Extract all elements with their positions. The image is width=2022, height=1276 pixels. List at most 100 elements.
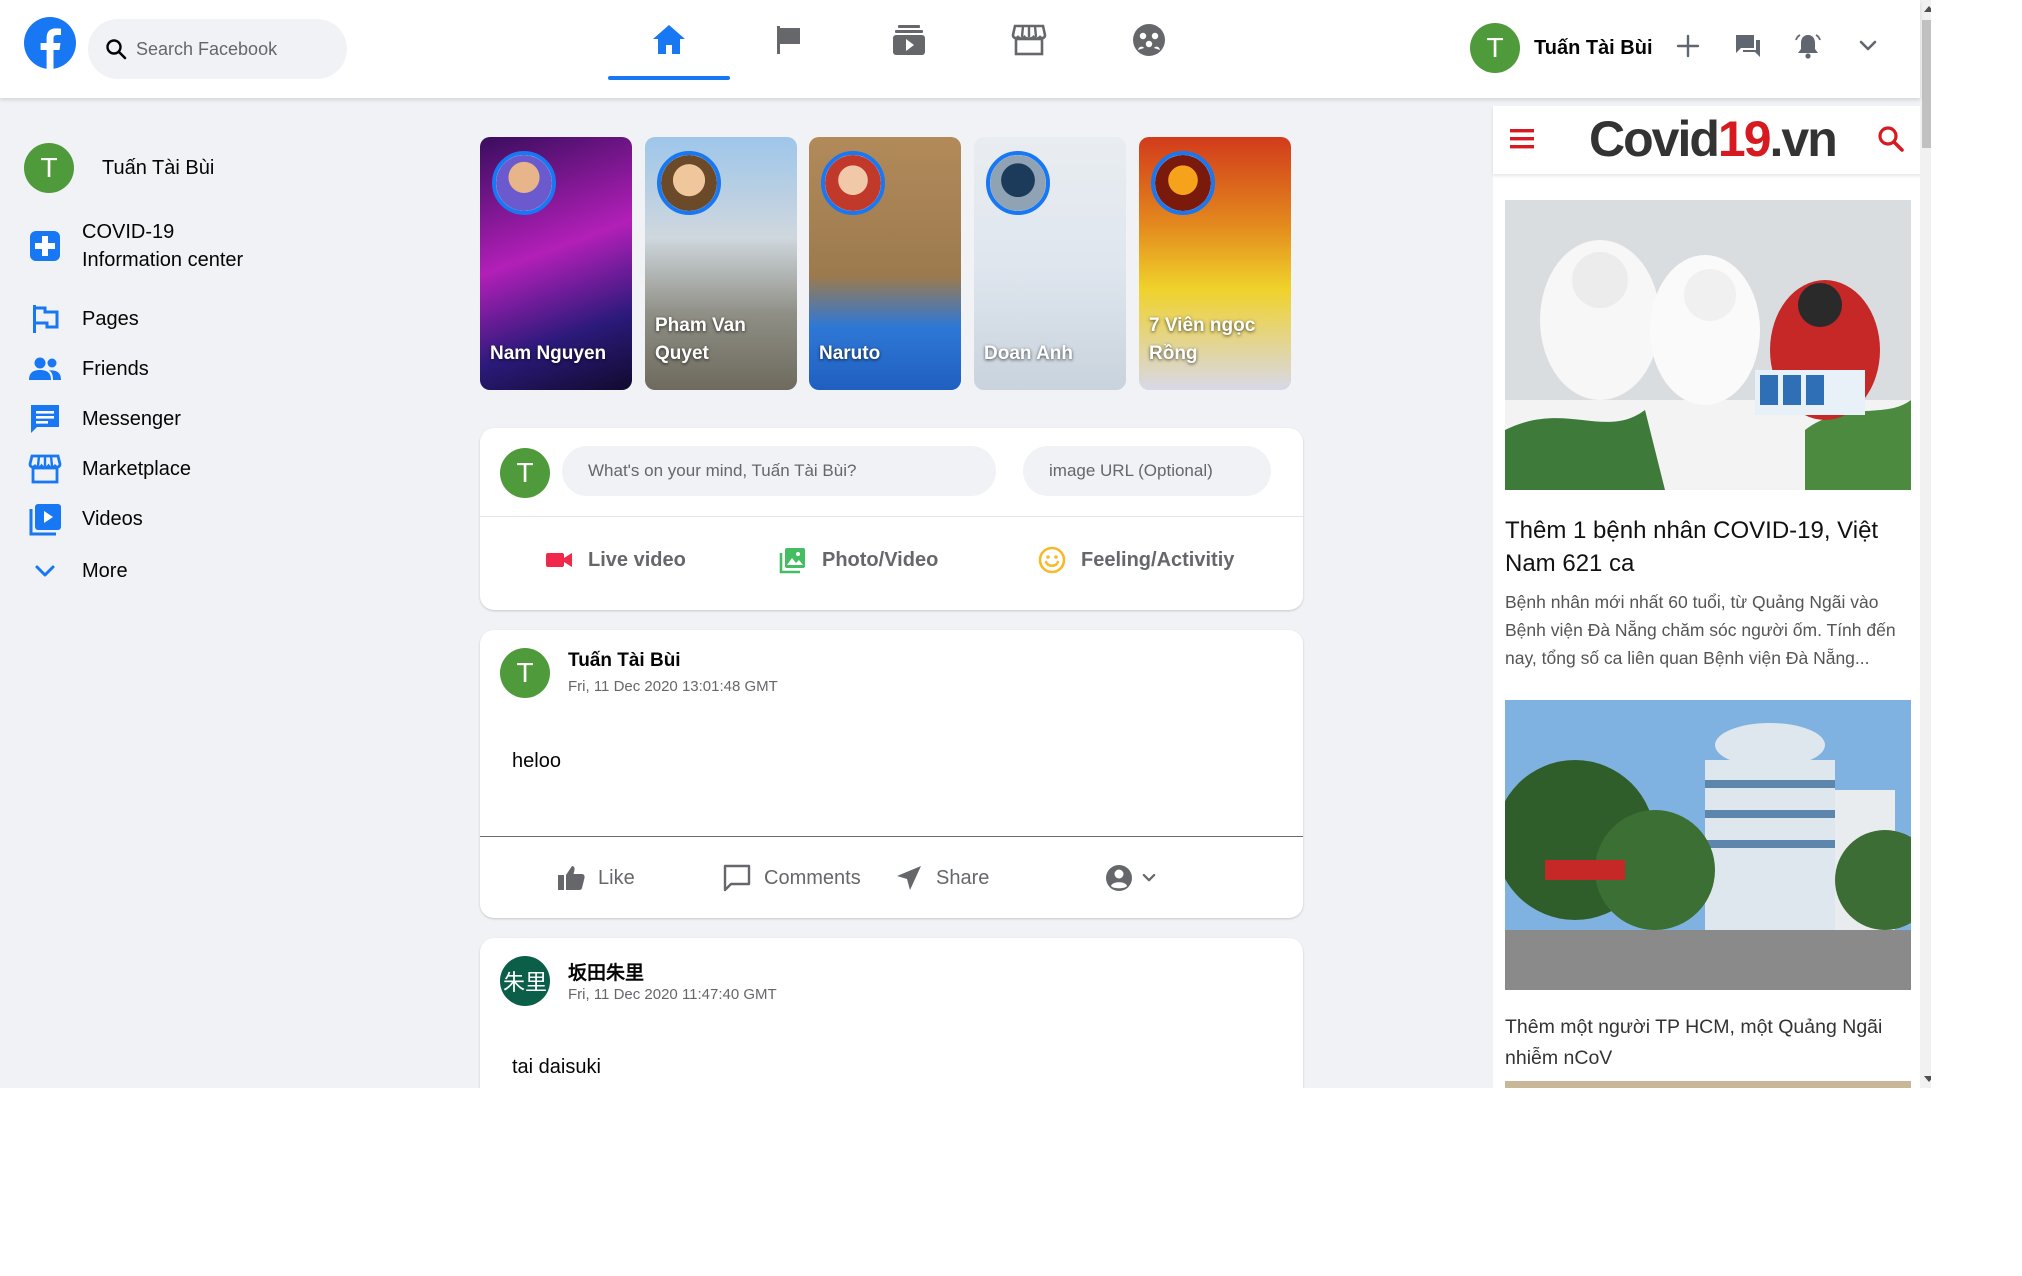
post-card: T Tuấn Tài Bùi Fri, 11 Dec 2020 13:01:48… bbox=[480, 630, 1303, 918]
scrollbar-thumb[interactable] bbox=[1922, 20, 1931, 148]
search-icon[interactable] bbox=[1876, 124, 1906, 154]
logo-part-vn: .vn bbox=[1769, 111, 1838, 167]
story-avatar bbox=[492, 151, 556, 215]
news-article-title[interactable]: Thêm 1 bệnh nhân COVID-19, Việt Nam 621 … bbox=[1505, 514, 1911, 580]
header-profile[interactable]: T Tuấn Tài Bùi bbox=[1470, 22, 1653, 74]
covid-label-line1: COVID-19 bbox=[82, 221, 175, 243]
chevron-down-icon bbox=[1142, 873, 1156, 882]
thumbs-up-icon bbox=[558, 866, 585, 890]
post-author[interactable]: Tuấn Tài Bùi bbox=[568, 650, 681, 672]
avatar: T bbox=[500, 448, 550, 498]
tab-pages[interactable] bbox=[728, 0, 850, 80]
tab-home[interactable] bbox=[608, 0, 730, 80]
create-button[interactable] bbox=[1668, 26, 1708, 66]
lab-workers-photo bbox=[1505, 200, 1911, 490]
sidebar-item-videos[interactable]: Videos bbox=[24, 498, 143, 540]
audience-selector[interactable] bbox=[1104, 858, 1160, 898]
watch-icon bbox=[893, 25, 925, 55]
messenger-button[interactable] bbox=[1728, 26, 1768, 66]
sidebar-item-pages[interactable]: Pages bbox=[24, 298, 139, 340]
flag-icon bbox=[24, 298, 66, 340]
like-button[interactable]: Like bbox=[556, 858, 635, 898]
header-user-name: Tuấn Tài Bùi bbox=[1534, 36, 1653, 59]
story-card[interactable]: Pham Van Quyet bbox=[645, 137, 797, 390]
facebook-logo-icon[interactable] bbox=[24, 17, 76, 69]
friends-icon bbox=[24, 348, 66, 390]
tab-groups[interactable] bbox=[1088, 0, 1210, 80]
hamburger-menu-icon[interactable] bbox=[1507, 124, 1537, 154]
news-article-title[interactable]: Thêm một người TP HCM, một Quảng Ngãi nh… bbox=[1505, 1012, 1911, 1074]
tab-watch[interactable] bbox=[848, 0, 970, 80]
comment-icon bbox=[723, 864, 751, 892]
search-input[interactable] bbox=[136, 38, 326, 60]
avatar: 朱里 bbox=[500, 956, 550, 1006]
home-icon bbox=[653, 25, 685, 54]
like-label: Like bbox=[598, 866, 635, 889]
sidebar-item-friends[interactable]: Friends bbox=[24, 348, 149, 390]
sidebar-item-messenger[interactable]: Messenger bbox=[24, 398, 181, 440]
sidebar-item-marketplace[interactable]: Marketplace bbox=[24, 448, 191, 490]
story-name: Doan Anh bbox=[984, 343, 1074, 364]
photo-video-label: Photo/Video bbox=[822, 548, 939, 571]
logo-part-covid: Covid bbox=[1589, 111, 1720, 167]
status-input[interactable] bbox=[562, 446, 996, 496]
story-card[interactable]: Nam Nguyen bbox=[480, 137, 632, 390]
search-box[interactable] bbox=[88, 19, 347, 79]
share-button[interactable]: Share bbox=[894, 858, 989, 898]
news-image-lab[interactable] bbox=[1505, 200, 1911, 490]
scroll-down-arrow-icon[interactable] bbox=[1924, 1076, 1931, 1082]
story-card[interactable]: Doan Anh bbox=[974, 137, 1126, 390]
sidebar-item-covid[interactable]: COVID-19 Information center bbox=[24, 218, 243, 274]
flag-icon bbox=[777, 26, 800, 54]
composer-divider bbox=[480, 516, 1303, 517]
post-timestamp: Fri, 11 Dec 2020 11:47:40 GMT bbox=[568, 986, 777, 1003]
tab-marketplace[interactable] bbox=[968, 0, 1090, 80]
feeling-activity-label: Feeling/Activitiy bbox=[1081, 548, 1235, 571]
story-avatar bbox=[1151, 151, 1215, 215]
story-avatar bbox=[821, 151, 885, 215]
sidebar-item-more[interactable]: More bbox=[24, 550, 128, 592]
feeling-activity-button[interactable]: Feeling/Activitiy bbox=[1037, 540, 1234, 580]
post-author[interactable]: 坂田朱里 bbox=[568, 958, 644, 985]
covid-news-panel: Covid19.vn Thêm 1 bệnh nhân COVID-19, Vi… bbox=[1493, 106, 1923, 1088]
image-url-input[interactable] bbox=[1023, 446, 1271, 496]
sidebar-item-profile[interactable]: T Tuấn Tài Bùi bbox=[24, 143, 214, 193]
page-scrollbar[interactable] bbox=[1920, 0, 1931, 1088]
post-composer: T Live video Photo/Video bbox=[480, 428, 1303, 610]
top-navigation-bar: T Tuấn Tài Bùi bbox=[0, 0, 1920, 98]
chevron-down-icon bbox=[24, 550, 66, 592]
marketplace-icon bbox=[1011, 24, 1047, 56]
chevron-down-icon bbox=[1859, 40, 1877, 51]
story-name: Naruto bbox=[819, 343, 881, 364]
chat-icon bbox=[1736, 35, 1760, 57]
groups-icon bbox=[1133, 24, 1165, 56]
sidebar-item-label: Pages bbox=[82, 308, 139, 330]
news-header: Covid19.vn bbox=[1493, 106, 1923, 174]
story-avatar bbox=[986, 151, 1050, 215]
bell-icon bbox=[1795, 34, 1821, 59]
live-video-button[interactable]: Live video bbox=[544, 540, 686, 580]
sidebar-profile-name: Tuấn Tài Bùi bbox=[102, 157, 215, 179]
photo-icon bbox=[779, 548, 805, 574]
avatar: T bbox=[500, 648, 550, 698]
story-name: Pham Van Quyet bbox=[655, 315, 746, 364]
comments-button[interactable]: Comments bbox=[722, 858, 861, 898]
account-menu-button[interactable] bbox=[1848, 26, 1888, 66]
sidebar-item-label: Marketplace bbox=[82, 458, 191, 480]
sidebar-item-label: Messenger bbox=[82, 408, 181, 430]
news-image-third[interactable] bbox=[1505, 1081, 1911, 1088]
story-name: 7 Viên ngọc Rồng bbox=[1149, 315, 1256, 364]
story-card[interactable]: 7 Viên ngọc Rồng bbox=[1139, 137, 1291, 390]
sidebar-item-label: Videos bbox=[82, 508, 143, 530]
video-icon bbox=[24, 498, 66, 540]
marketplace-icon bbox=[24, 448, 66, 490]
send-arrow-icon bbox=[897, 866, 921, 890]
news-image-hospital[interactable] bbox=[1505, 700, 1911, 990]
photo-video-button[interactable]: Photo/Video bbox=[778, 540, 938, 580]
notifications-button[interactable] bbox=[1788, 26, 1828, 66]
sidebar-item-label: COVID-19 Information center bbox=[82, 218, 243, 274]
live-video-label: Live video bbox=[588, 548, 686, 571]
scroll-up-arrow-icon[interactable] bbox=[1924, 6, 1931, 12]
covid19-logo[interactable]: Covid19.vn bbox=[1589, 110, 1838, 168]
story-card[interactable]: Naruto bbox=[809, 137, 961, 390]
